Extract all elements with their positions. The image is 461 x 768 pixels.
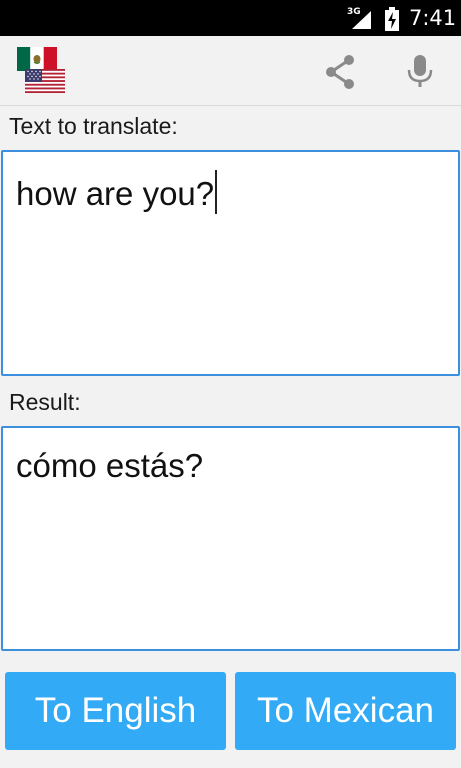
mexico-flag-icon: [17, 47, 57, 71]
microphone-icon[interactable]: [406, 54, 434, 90]
input-text: how are you?: [16, 175, 215, 212]
usa-flag-icon: [25, 69, 65, 93]
language-switch[interactable]: [17, 47, 67, 95]
action-bar: [0, 36, 461, 106]
signal-icon: [352, 11, 371, 29]
input-label: Text to translate:: [9, 113, 178, 139]
result-label: Result:: [9, 389, 81, 415]
clock: 7:41: [409, 6, 457, 30]
text-to-translate-input[interactable]: how are you?: [1, 150, 460, 376]
text-cursor: [215, 170, 218, 214]
to-english-button[interactable]: To English: [5, 672, 226, 750]
to-mexican-button[interactable]: To Mexican: [235, 672, 456, 750]
result-textbox[interactable]: cómo estás?: [1, 426, 460, 651]
share-icon[interactable]: [322, 54, 358, 90]
battery-charging-icon: [385, 7, 399, 31]
result-text: cómo estás?: [16, 447, 204, 484]
status-bar: 3G 7:41: [0, 0, 461, 36]
